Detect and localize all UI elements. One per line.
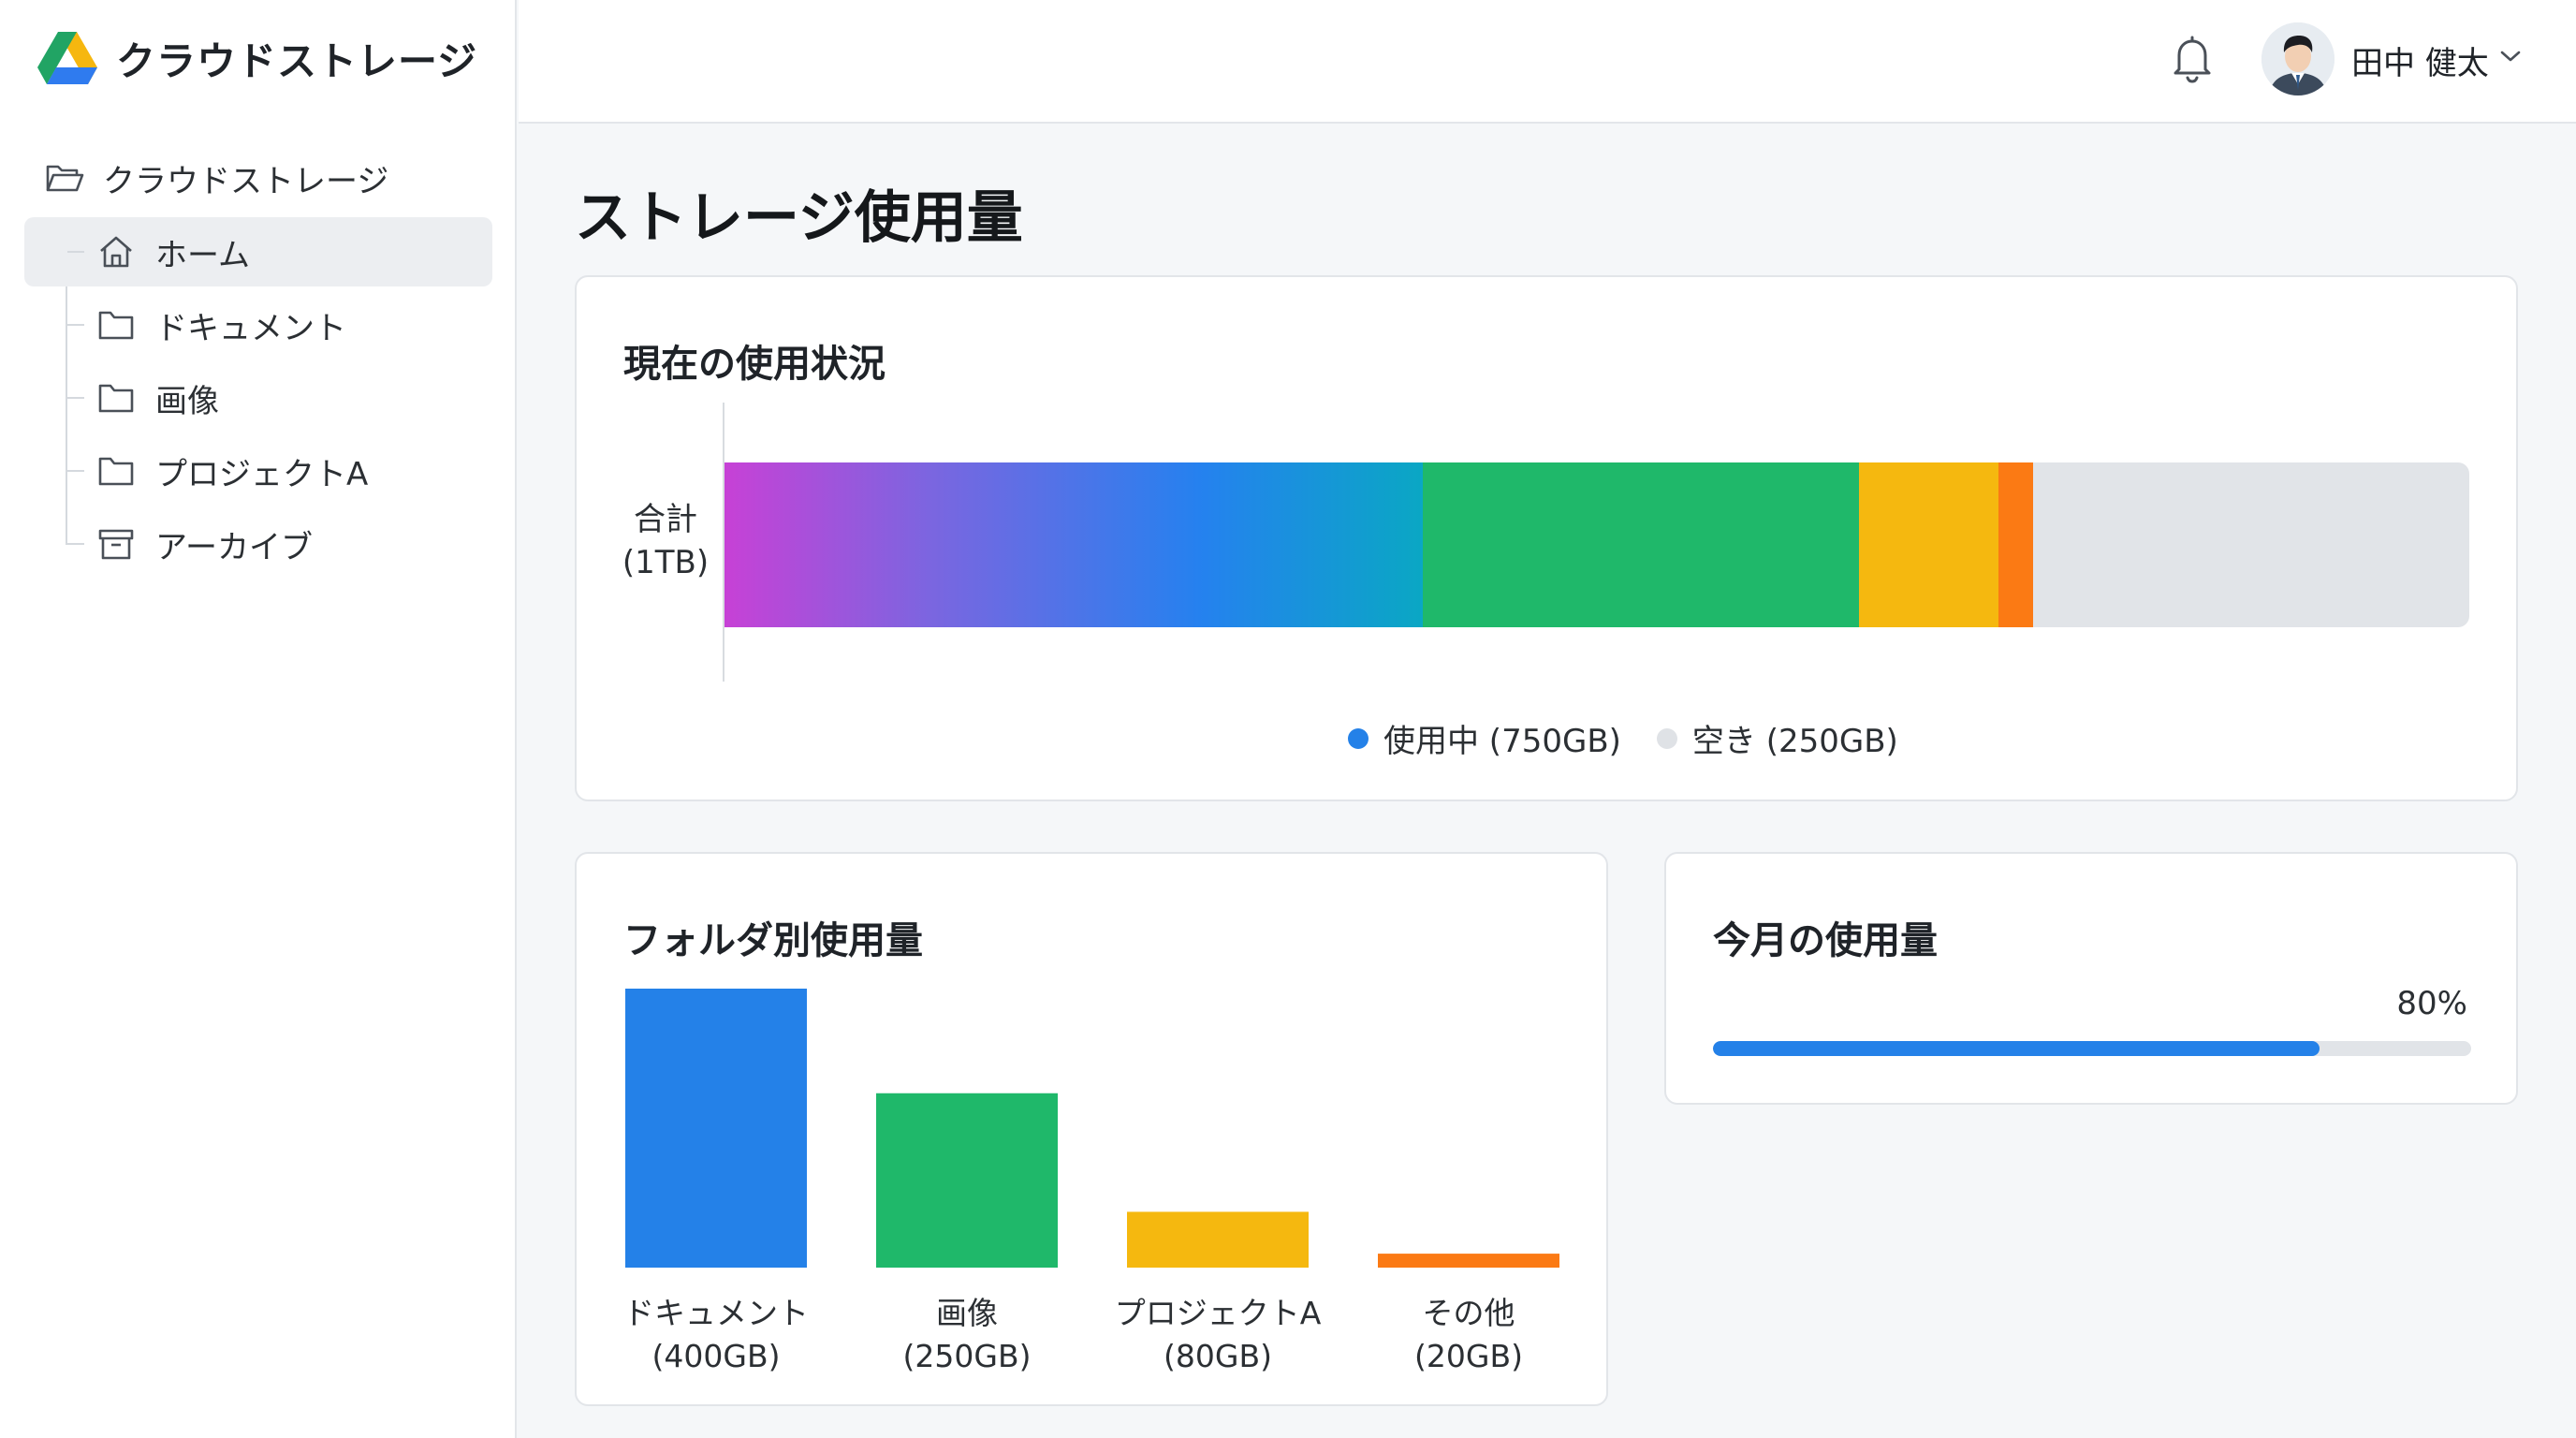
monthly-progress-track (1713, 1041, 2471, 1056)
folder-open-icon (46, 165, 84, 192)
legend-item-free: 空き (250GB) (1656, 715, 1898, 761)
legend-label: 使用中 (750GB) (1383, 723, 1621, 760)
folder-icon (98, 384, 134, 413)
card-title: 今月の使用量 (1713, 919, 1938, 962)
archive-icon (98, 529, 134, 560)
monthly-percent-label: 80% (2396, 985, 2467, 1022)
bar-category-label: プロジェクトA (1115, 1295, 1322, 1331)
bell-icon[interactable] (2170, 34, 2215, 84)
total-value: (1TB) (622, 544, 710, 581)
total-label: 合計 (634, 501, 697, 538)
current-usage-card: 現在の使用状況 合計 (1TB) 使用中 (750GB) 空き (250GB) (575, 275, 2518, 801)
tree-branch (67, 397, 84, 399)
tree-branch (67, 251, 84, 253)
bar-2 (1127, 1211, 1309, 1268)
sidebar-item-images[interactable]: 画像 (24, 363, 492, 433)
tree-branch (67, 324, 84, 326)
home-icon (100, 236, 132, 268)
sidebar-item-label: ドキュメント (155, 309, 346, 347)
sidebar-item-label: アーカイブ (155, 528, 313, 566)
folder-usage-card: フォルダ別使用量 ドキュメント (400GB) 画像 (250GB) プロジェクトA (8… (575, 852, 1608, 1406)
page-title: ストレージ使用量 (575, 185, 1023, 251)
bar-1 (876, 1093, 1058, 1268)
legend-item-used: 使用中 (750GB) (1348, 715, 1621, 761)
chevron-down-icon[interactable] (2497, 47, 2524, 66)
bar-0 (625, 989, 807, 1268)
drive-logo-icon (37, 32, 97, 84)
tree-root-cloud-storage[interactable]: クラウドストレージ (45, 152, 388, 204)
sidebar-item-label: 画像 (155, 382, 219, 420)
usage-legend: 使用中 (750GB) 空き (250GB) (1348, 715, 1934, 761)
user-portrait-icon (2261, 22, 2334, 95)
bar-value-label: (400GB) (652, 1338, 781, 1374)
card-title: 現在の使用状況 (623, 343, 886, 386)
bar-category-label: ドキュメント (623, 1295, 809, 1331)
sidebar-item-archive[interactable]: アーカイブ (24, 509, 492, 579)
folder-bar-chart: ドキュメント (400GB) 画像 (250GB) プロジェクトA (80GB) その他 (2… (623, 989, 1559, 1374)
monthly-progress-fill (1713, 1041, 2320, 1056)
legend-dot (1348, 727, 1368, 749)
usage-segment (1998, 462, 2033, 627)
bar-value-label: (80GB) (1164, 1338, 1272, 1374)
avatar[interactable] (2261, 22, 2334, 95)
legend-dot (1656, 727, 1677, 749)
bar-3 (1378, 1254, 1559, 1268)
usage-segment (1858, 462, 1998, 627)
sidebar-item-documents[interactable]: ドキュメント (24, 290, 492, 360)
user-name[interactable]: 田中 健太 (2351, 37, 2489, 83)
folder-icon (98, 457, 134, 486)
bar-value-label: (250GB) (903, 1338, 1032, 1374)
usage-total-label: 合計 (1TB) (614, 498, 717, 584)
tree-branch (67, 470, 84, 472)
sidebar-item-label: プロジェクトA (155, 455, 369, 493)
sidebar-item-label: ホーム (155, 236, 250, 274)
bar-category-label: 画像 (936, 1295, 998, 1331)
bar-value-label: (20GB) (1414, 1338, 1523, 1374)
tree-branch (67, 543, 84, 545)
monthly-usage-card: 今月の使用量 80% (1664, 852, 2518, 1105)
usage-segment (724, 462, 1423, 627)
app-title: クラウドストレージ (116, 37, 478, 84)
sidebar: クラウドストレージ クラウドストレージ ホーム ドキュメント 画像 プロジェクト… (0, 0, 517, 1438)
folder-icon (98, 311, 134, 340)
brand[interactable]: クラウドストレージ (37, 28, 477, 88)
sidebar-item-project-a[interactable]: プロジェクトA (24, 436, 492, 506)
usage-stacked-bar (724, 462, 2469, 627)
bar-category-label: その他 (1423, 1295, 1515, 1331)
tree-root-label: クラウドストレージ (103, 162, 389, 200)
usage-segment (1422, 462, 1859, 627)
sidebar-item-home[interactable]: ホーム (24, 217, 492, 286)
legend-label: 空き (250GB) (1691, 723, 1898, 760)
